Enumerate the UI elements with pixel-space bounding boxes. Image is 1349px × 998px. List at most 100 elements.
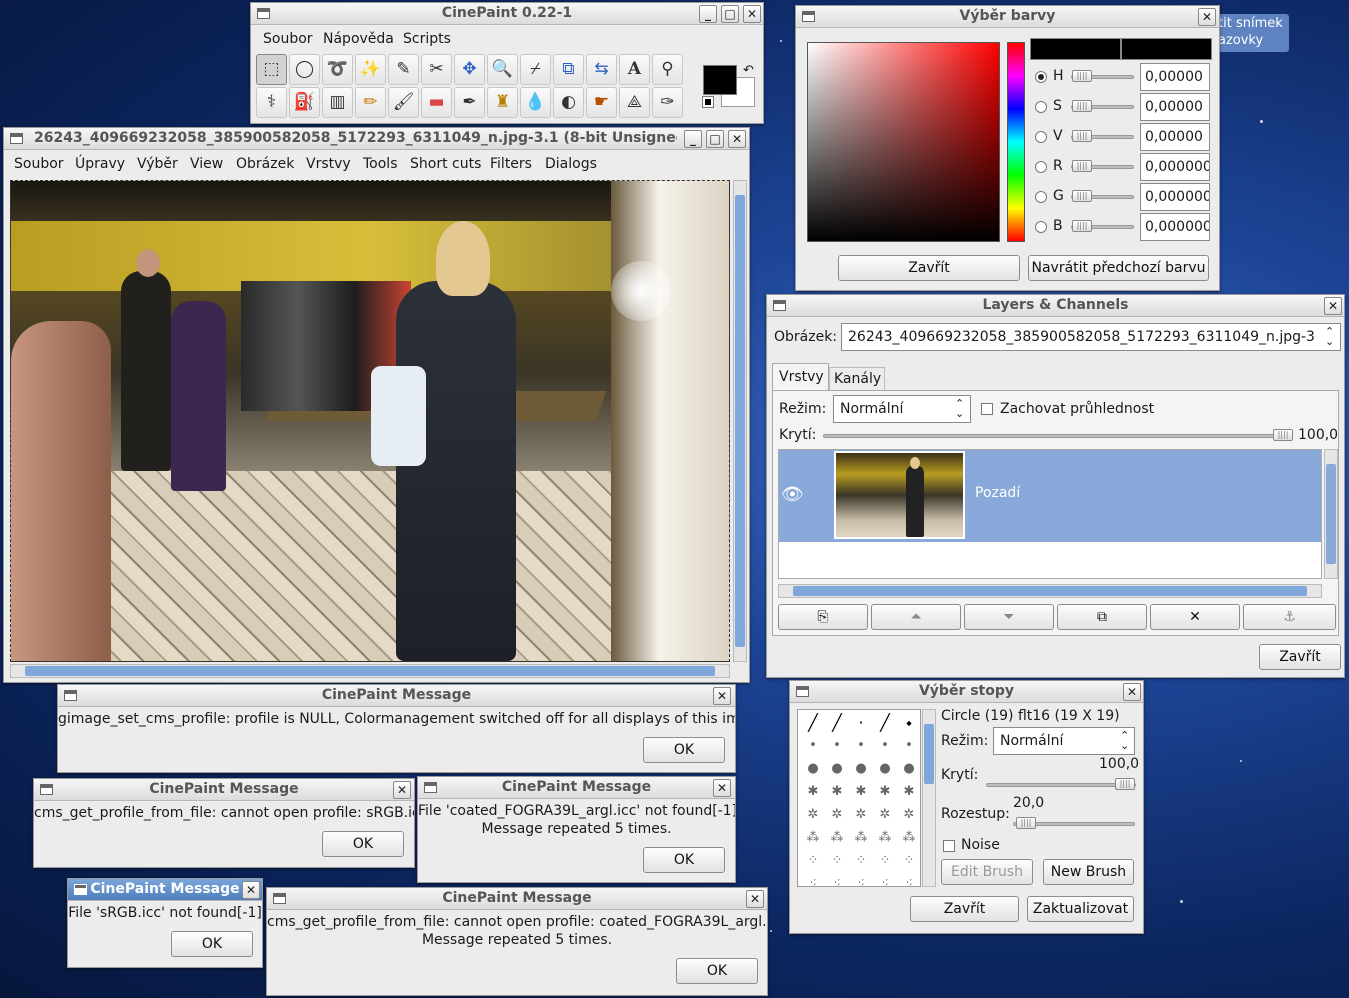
channel-radio-r[interactable] [1035, 161, 1047, 173]
brush-preset-icon[interactable]: ╱ [826, 712, 848, 734]
ok-button[interactable]: OK [643, 847, 725, 873]
crop-tool-icon[interactable]: ⌿ [520, 54, 551, 85]
minimize-button[interactable]: _ [699, 5, 717, 23]
brush-titlebar[interactable]: Výběr stopy ✕ [790, 681, 1143, 703]
image-vscrollbar[interactable] [733, 180, 747, 662]
close-button[interactable]: ✕ [393, 781, 411, 799]
clone-tool-icon[interactable]: ♜ [487, 87, 518, 118]
brush-preset-icon[interactable]: • [850, 735, 872, 757]
opacity-slider[interactable] [986, 783, 1136, 787]
layers-titlebar[interactable]: Layers & Channels ✕ [767, 295, 1344, 317]
bezier-select-tool-icon[interactable]: ✎ [388, 54, 419, 85]
vscroll-thumb[interactable] [735, 195, 745, 647]
brush-preset-icon[interactable]: ● [850, 758, 872, 780]
swap-colors-icon[interactable]: ↶ [743, 63, 754, 78]
brush-preset-icon[interactable]: ⁖ [874, 873, 896, 886]
channel-slider-handle[interactable]: |||| [1072, 220, 1092, 232]
image-select[interactable]: 26243_409669232058_385900582058_5172293_… [841, 323, 1341, 351]
brush-preset-icon[interactable]: ✲ [874, 804, 896, 826]
menu-view[interactable]: View [190, 156, 223, 172]
layer-list-vscrollbar[interactable] [1324, 449, 1338, 579]
brush-preset-icon[interactable]: ✱ [826, 781, 848, 803]
channel-value-s[interactable]: 0,00000 [1140, 93, 1210, 121]
channel-slider-handle[interactable]: |||| [1072, 190, 1092, 202]
measure-tool-icon[interactable]: ⟁ [619, 87, 650, 118]
brush-preset-icon[interactable]: ⁖ [898, 873, 920, 886]
tab-kanaly[interactable]: Kanály [829, 367, 885, 391]
brush-preset-icon[interactable]: • [874, 735, 896, 757]
brush-preset-icon[interactable]: ⁘ [850, 850, 872, 872]
brush-preset-icon[interactable]: ✱ [802, 781, 824, 803]
menu-filters[interactable]: Filters [490, 156, 532, 172]
brush-preset-icon[interactable]: ✱ [874, 781, 896, 803]
close-button[interactable]: ✕ [713, 687, 731, 705]
channel-value-g[interactable]: 0,000000 [1140, 183, 1210, 211]
brush-preset-icon[interactable]: ⁘ [898, 850, 920, 872]
brush-preset-icon[interactable]: ⁘ [826, 850, 848, 872]
channel-value-r[interactable]: 0,000000 [1140, 153, 1210, 181]
brush-preset-icon[interactable]: • [898, 735, 920, 757]
message-titlebar[interactable]: CinePaint Message ✕ [58, 685, 735, 707]
menu-soubor[interactable]: Soubor [263, 31, 313, 47]
mode-select[interactable]: Normální [993, 727, 1135, 755]
close-button[interactable]: Zavřít [838, 255, 1020, 281]
close-button[interactable]: ✕ [713, 779, 731, 797]
ok-button[interactable]: OK [322, 831, 404, 857]
ok-button[interactable]: OK [643, 737, 725, 763]
delete-layer-button[interactable]: ✕ [1150, 604, 1240, 630]
mode-select[interactable]: Normální [833, 395, 971, 423]
blur-tool-icon[interactable]: 💧 [520, 87, 551, 118]
window-menu-icon[interactable] [74, 884, 87, 895]
brush-preset-icon[interactable]: ✲ [898, 804, 920, 826]
brush-preset-icon[interactable]: ● [898, 758, 920, 780]
refresh-button[interactable]: Zaktualizovat [1027, 896, 1134, 922]
menu-napoveda[interactable]: Nápověda [323, 31, 394, 47]
channel-radio-s[interactable] [1035, 101, 1047, 113]
channel-value-h[interactable]: 0,00000 [1140, 63, 1210, 91]
brush-preset-icon[interactable]: ● [802, 758, 824, 780]
brush-preset-icon[interactable]: ✱ [898, 781, 920, 803]
anchor-layer-button[interactable]: ⚓ [1243, 604, 1336, 630]
brush-preset-icon[interactable]: · [850, 712, 872, 734]
menu-soubor[interactable]: Soubor [14, 156, 64, 172]
layer-list-hscrollbar[interactable] [778, 584, 1322, 598]
window-menu-icon[interactable] [10, 133, 23, 144]
ink-tool-icon[interactable]: ✑ [652, 87, 683, 118]
message-titlebar[interactable]: CinePaint Message ✕ [68, 879, 262, 901]
menu-dialogs[interactable]: Dialogs [545, 156, 597, 172]
brush-preset-icon[interactable]: ⁘ [874, 850, 896, 872]
brush-preset-icon[interactable]: ● [826, 758, 848, 780]
ellipse-select-tool-icon[interactable]: ◯ [289, 54, 320, 85]
image-titlebar[interactable]: 26243_409669232058_385900582058_5172293_… [4, 128, 749, 150]
brush-grid[interactable]: ╱ ╱ · ╱ ⬩ • • • • • ● ● ● ● ● ✱ ✱ ✱ ✱ ✱ ✲ ✲ ✲ ✲ ✲ ⁂ ⁂ ⁂ ⁂ ⁂ ⁘ ⁘ ⁘ ⁘ ⁘ ⁖ ⁖ ⁖ ⁖ ⁖ [797, 709, 921, 887]
brush-preset-icon[interactable]: ✲ [802, 804, 824, 826]
brush-preset-icon[interactable]: ✱ [850, 781, 872, 803]
close-button[interactable]: ✕ [1198, 8, 1216, 26]
color-picker-tool-icon[interactable]: ⚲ [652, 54, 683, 85]
dodge-burn-tool-icon[interactable]: ◐ [553, 87, 584, 118]
smudge-tool-icon[interactable]: ☛ [586, 87, 617, 118]
foreground-color[interactable] [703, 65, 737, 95]
brush-preset-icon[interactable]: ⁖ [850, 873, 872, 886]
brush-preset-icon[interactable]: • [802, 735, 824, 757]
ok-button[interactable]: OK [171, 931, 253, 957]
lasso-tool-icon[interactable]: ➰ [322, 54, 353, 85]
brush-preset-icon[interactable]: ⁂ [826, 827, 848, 849]
close-button[interactable]: ✕ [746, 890, 764, 908]
message-titlebar[interactable]: CinePaint Message ✕ [418, 777, 735, 799]
maximize-button[interactable]: □ [706, 130, 724, 148]
menu-vyber[interactable]: Výběr [137, 156, 178, 172]
message-titlebar[interactable]: CinePaint Message ✕ [267, 888, 767, 910]
raise-layer-button[interactable]: ⏶ [871, 604, 961, 630]
brush-preset-icon[interactable]: ✲ [850, 804, 872, 826]
brush-preset-icon[interactable]: ✲ [826, 804, 848, 826]
fg-bg-color-swatch[interactable]: ↶ [699, 53, 761, 115]
zoom-tool-icon[interactable]: 🔍 [487, 54, 518, 85]
menu-vrstvy[interactable]: Vrstvy [306, 156, 351, 172]
channel-radio-g[interactable] [1035, 191, 1047, 203]
image-hscrollbar[interactable] [10, 664, 730, 678]
message-titlebar[interactable]: CinePaint Message ✕ [34, 779, 414, 801]
menu-upravy[interactable]: Úpravy [75, 156, 125, 172]
paintbrush-tool-icon[interactable]: 🖌 [388, 87, 419, 118]
brush-grid-vscrollbar[interactable] [922, 709, 936, 887]
